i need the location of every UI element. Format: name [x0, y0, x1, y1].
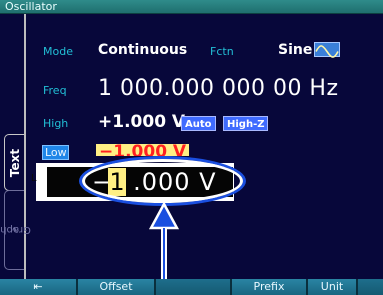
low-value[interactable]: −1.000 V	[96, 144, 190, 156]
annotation-arrow-icon	[149, 202, 179, 230]
softkey-bar: ⇤ Offset Prefix Unit	[0, 279, 383, 295]
tab-graph-label: ∿ Graph	[0, 225, 30, 236]
softkey-back[interactable]: ⇤	[0, 279, 78, 295]
tab-text-label: Text	[7, 148, 22, 177]
softkey-prefix-label: Prefix	[253, 280, 285, 293]
high-label: High	[43, 117, 69, 130]
softkey-6[interactable]	[358, 279, 383, 295]
auto-badge: Auto	[181, 116, 216, 131]
softkey-offset[interactable]: Offset	[78, 279, 156, 295]
softkey-offset-label: Offset	[99, 280, 133, 293]
softkey-prefix[interactable]: Prefix	[232, 279, 308, 295]
sine-wave-icon	[314, 42, 340, 58]
frequency-value[interactable]: 1 000.000 000 00 Hz	[98, 76, 339, 101]
back-to-start-icon: ⇤	[33, 280, 43, 293]
entry-prefix: L	[31, 173, 37, 184]
function-value[interactable]: Sine	[278, 42, 312, 58]
high-value[interactable]: +1.000 V	[98, 112, 185, 132]
softkey-unit-label: Unit	[320, 280, 344, 293]
tab-graph[interactable]: ∿ Graph	[0, 190, 30, 270]
high-z-badge: High-Z	[223, 116, 269, 131]
mode-label: Mode	[43, 45, 73, 58]
title-bar: Oscillator	[0, 0, 383, 14]
tab-divider	[24, 14, 26, 279]
low-label: Low	[45, 146, 67, 159]
window-title: Oscillator	[5, 0, 57, 13]
softkey-unit[interactable]: Unit	[308, 279, 358, 295]
function-label: Fctn	[210, 45, 234, 58]
tab-graph-text: Graph	[0, 224, 30, 236]
softkey-3[interactable]	[156, 279, 232, 295]
tab-text[interactable]: Text	[4, 134, 24, 191]
annotation-ellipse	[82, 159, 243, 203]
mode-value[interactable]: Continuous	[98, 42, 187, 58]
frequency-label: Freq	[43, 84, 67, 97]
